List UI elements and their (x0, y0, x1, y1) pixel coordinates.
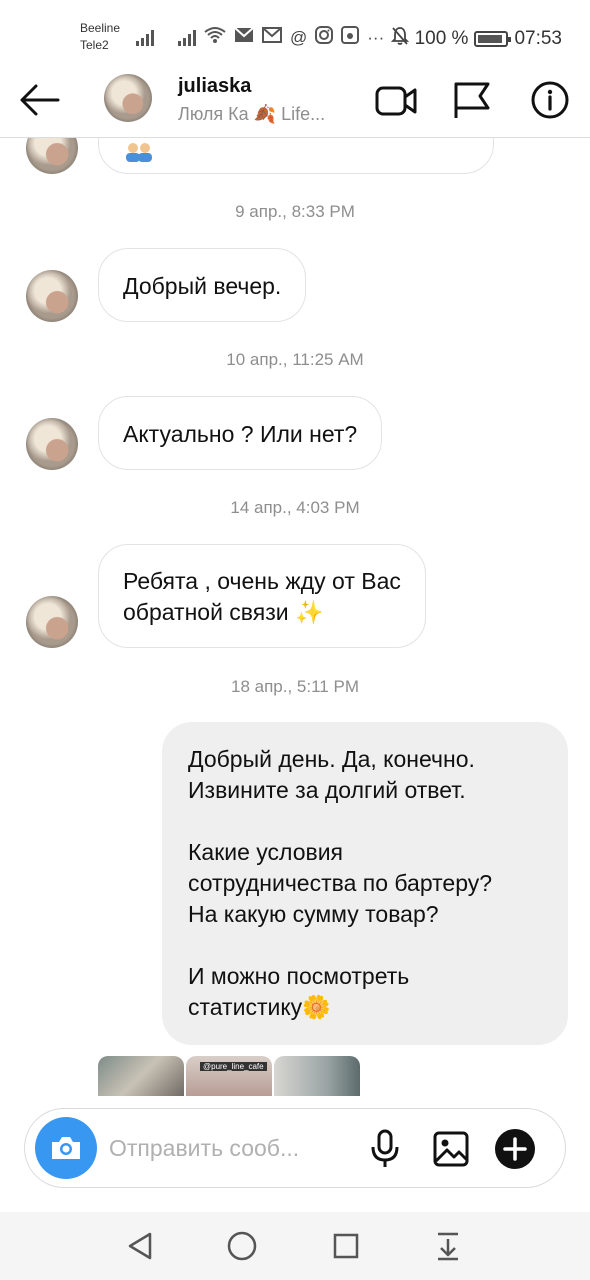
video-camera-icon (375, 86, 417, 116)
shared-image-thumbnail[interactable] (274, 1056, 360, 1096)
emoji-people-icon (123, 141, 155, 172)
sender-avatar[interactable] (26, 270, 78, 322)
chat-header: juliaska Люля Ка 🍂 Life... (0, 66, 590, 138)
info-icon (531, 81, 569, 119)
clock: 07:53 (514, 28, 562, 49)
carrier-2: Tele2 (80, 38, 109, 52)
voice-message-button[interactable] (363, 1127, 407, 1171)
nav-back-button[interactable] (122, 1228, 158, 1264)
info-button[interactable] (528, 80, 572, 120)
shared-post-preview[interactable]: @pure_line_cafe (98, 1056, 360, 1096)
sender-avatar[interactable] (26, 138, 78, 174)
video-call-button[interactable] (374, 80, 418, 120)
at-icon: @ (290, 27, 308, 47)
microphone-icon (371, 1129, 399, 1167)
message-text: Актуально ? Или нет? (123, 421, 358, 447)
message-bubble-partial[interactable] (98, 138, 494, 174)
message-text-line: Извините за долгий ответ. (188, 777, 466, 803)
carrier-names: Beeline Tele2 (80, 20, 120, 54)
gallery-button[interactable] (429, 1127, 473, 1171)
triangle-back-icon (128, 1232, 152, 1260)
message-text-line: статистику🌼 (188, 994, 331, 1020)
camera-button[interactable] (35, 1117, 97, 1179)
message-bubble[interactable]: Ребята , очень жду от Вас обратной связи… (98, 544, 426, 648)
sender-avatar[interactable] (26, 418, 78, 470)
message-input[interactable] (109, 1131, 339, 1165)
message-bubble[interactable]: Актуально ? Или нет? (98, 396, 383, 470)
camera-icon (52, 1137, 80, 1159)
circle-home-icon (227, 1231, 257, 1261)
system-navigation-bar (0, 1212, 590, 1280)
message-thread[interactable]: 9 апр., 8:33 PM Добрый вечер. 10 апр., 1… (0, 138, 590, 1098)
shared-image-thumbnail[interactable] (98, 1056, 184, 1096)
plus-circle-icon (495, 1129, 535, 1169)
signal-icon (136, 29, 154, 46)
message-text-line: Добрый день. Да, конечно. (188, 746, 475, 772)
flag-icon (454, 82, 490, 118)
wifi-icon (204, 26, 226, 49)
status-icons: @ ··· (136, 26, 384, 49)
chat-username[interactable]: juliaska (178, 75, 251, 98)
battery-icon (474, 31, 512, 47)
nav-recents-button[interactable] (328, 1228, 364, 1264)
message-text-line: И можно посмотреть (188, 963, 410, 989)
message-bubble[interactable]: Добрый вечер. (98, 248, 307, 322)
more-options-button[interactable] (493, 1127, 537, 1171)
message-text-line: На какую сумму товар? (188, 901, 439, 927)
more-notifications-icon: ··· (367, 27, 385, 47)
back-button[interactable] (18, 80, 62, 120)
outgoing-message-bubble[interactable]: Добрый день. Да, конечно. Извините за до… (162, 722, 568, 1045)
message-text-line: сотрудничества по бартеру? (188, 870, 493, 896)
message-text-line: Какие условия (188, 839, 344, 865)
message-composer (24, 1108, 566, 1188)
gmail-icon (262, 27, 282, 48)
mail-icon (234, 27, 254, 48)
sender-avatar[interactable] (26, 596, 78, 648)
message-timestamp: 14 апр., 4:03 PM (230, 498, 360, 517)
image-icon (433, 1131, 469, 1167)
nav-notifications-button[interactable] (430, 1228, 466, 1264)
carrier-1: Beeline (80, 21, 121, 35)
mute-icon (390, 26, 409, 52)
signal-2-icon (178, 29, 196, 46)
header-avatar[interactable] (104, 74, 152, 122)
report-button[interactable] (450, 80, 494, 120)
shared-image-thumbnail[interactable]: @pure_line_cafe (186, 1056, 272, 1096)
status-right: 100 % 07:53 (390, 26, 562, 52)
instagram-icon (315, 26, 334, 49)
square-recents-icon (333, 1233, 359, 1259)
nav-home-button[interactable] (224, 1228, 260, 1264)
pull-down-icon (438, 1232, 458, 1261)
message-timestamp: 10 апр., 11:25 AM (226, 350, 364, 369)
chat-subtitle: Люля Ка 🍂 Life... (178, 104, 326, 124)
battery-percent: 100 % (414, 28, 469, 49)
message-timestamp: 9 апр., 8:33 PM (235, 202, 355, 221)
message-text-line: обратной связи ✨ (123, 599, 324, 625)
shared-post-tag: @pure_line_cafe (200, 1062, 267, 1071)
app-icon (341, 26, 360, 49)
status-bar: Beeline Tele2 @ ··· 100 % 07:53 (0, 0, 590, 66)
message-timestamp: 18 апр., 5:11 PM (231, 677, 359, 696)
message-text-line: Ребята , очень жду от Вас (123, 568, 401, 594)
back-arrow-icon (20, 84, 60, 116)
message-text: Добрый вечер. (123, 273, 282, 299)
